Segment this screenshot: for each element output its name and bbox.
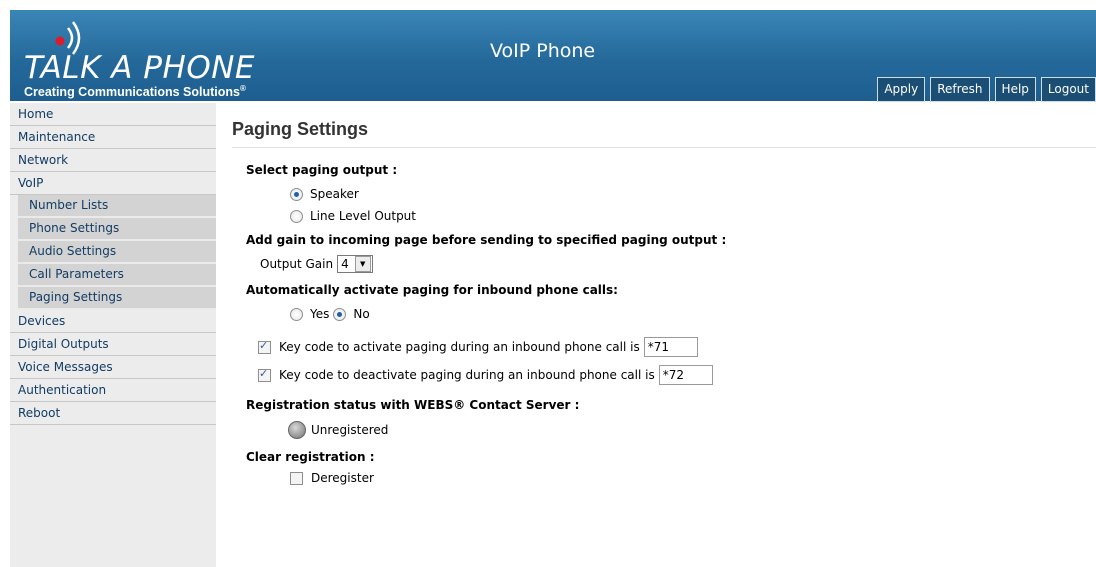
logout-button[interactable]: Logout	[1040, 77, 1096, 102]
app-header: TALK A PHONE Creating Communications Sol…	[10, 10, 1096, 102]
auto-activate-yes-radio[interactable]	[290, 307, 303, 321]
sidebar-item-phone-settings[interactable]: Phone Settings	[18, 218, 216, 241]
sidebar-item-home[interactable]: Home	[10, 103, 216, 126]
auto-activate-yes-label: Yes	[310, 307, 330, 321]
help-button[interactable]: Help	[994, 77, 1036, 102]
registration-status: Unregistered	[311, 423, 389, 437]
sidebar-item-authentication[interactable]: Authentication	[10, 379, 216, 402]
line-level-radio[interactable]	[290, 209, 303, 223]
sidebar-item-call-parameters[interactable]: Call Parameters	[18, 264, 216, 287]
deactivate-key-label: Key code to deactivate paging during an …	[279, 368, 655, 382]
deactivate-key-row: Key code to deactivate paging during an …	[258, 365, 713, 385]
output-gain-select[interactable]: 4 ▼	[337, 255, 373, 273]
sidebar-item-voip[interactable]: VoIP	[10, 172, 216, 195]
paging-output-label: Select paging output :	[246, 163, 398, 177]
deregister-label: Deregister	[311, 471, 374, 485]
sidebar-item-voice-messages[interactable]: Voice Messages	[10, 356, 216, 379]
line-level-label: Line Level Output	[310, 209, 416, 223]
logo-tagline: Creating Communications Solutions®	[24, 84, 246, 100]
deregister-checkbox[interactable]	[290, 471, 303, 485]
page-title: Paging Settings	[232, 119, 1096, 148]
sidebar-item-audio-settings[interactable]: Audio Settings	[18, 241, 216, 264]
output-gain-label: Output Gain	[260, 257, 334, 271]
refresh-button[interactable]: Refresh	[930, 77, 990, 102]
chevron-down-icon[interactable]: ▼	[354, 256, 371, 272]
auto-activate-options: Yes No	[290, 307, 370, 321]
auto-activate-no-radio[interactable]	[333, 307, 347, 321]
status-indicator-icon	[288, 421, 306, 439]
deregister-row: Deregister	[290, 471, 374, 485]
toolbar: Apply Refresh Help Logout	[877, 77, 1096, 102]
talkaphone-logo: TALK A PHONE Creating Communications Sol…	[10, 10, 290, 101]
sidebar-item-digital-outputs[interactable]: Digital Outputs	[10, 333, 216, 356]
gain-label: Add gain to incoming page before sending…	[246, 233, 727, 247]
app-title: VoIP Phone	[490, 40, 596, 62]
sidebar-item-paging-settings[interactable]: Paging Settings	[18, 287, 216, 310]
activate-key-checkbox[interactable]	[258, 339, 271, 354]
activate-key-row: Key code to activate paging during an in…	[258, 337, 698, 357]
main-content: Paging Settings Select paging output : S…	[232, 103, 1096, 485]
speaker-option[interactable]: Speaker	[290, 187, 359, 201]
apply-button[interactable]: Apply	[877, 77, 926, 102]
output-gain-row: Output Gain 4 ▼	[260, 255, 373, 273]
auto-activate-no-label: No	[353, 307, 370, 321]
activate-key-label: Key code to activate paging during an in…	[279, 340, 640, 354]
auto-activate-label: Automatically activate paging for inboun…	[246, 283, 618, 297]
sidebar-item-number-lists[interactable]: Number Lists	[18, 195, 216, 218]
registration-status-row: Unregistered	[288, 421, 388, 439]
sidebar-nav: Home Maintenance Network VoIP Number Lis…	[10, 103, 216, 567]
activate-key-input[interactable]	[643, 337, 698, 357]
sidebar-item-network[interactable]: Network	[10, 149, 216, 172]
sidebar-item-reboot[interactable]: Reboot	[10, 402, 216, 425]
deactivate-key-checkbox[interactable]	[258, 367, 271, 382]
speaker-radio[interactable]	[290, 187, 303, 201]
line-level-option[interactable]: Line Level Output	[290, 209, 416, 223]
sidebar-item-maintenance[interactable]: Maintenance	[10, 126, 216, 149]
speaker-label: Speaker	[310, 187, 359, 201]
clear-registration-label: Clear registration :	[246, 450, 375, 464]
sidebar-item-devices[interactable]: Devices	[10, 310, 216, 333]
registration-label: Registration status with WEBS® Contact S…	[246, 398, 580, 412]
logo-title: TALK A PHONE	[24, 50, 255, 86]
deactivate-key-input[interactable]	[658, 365, 713, 385]
output-gain-value: 4	[341, 257, 349, 271]
